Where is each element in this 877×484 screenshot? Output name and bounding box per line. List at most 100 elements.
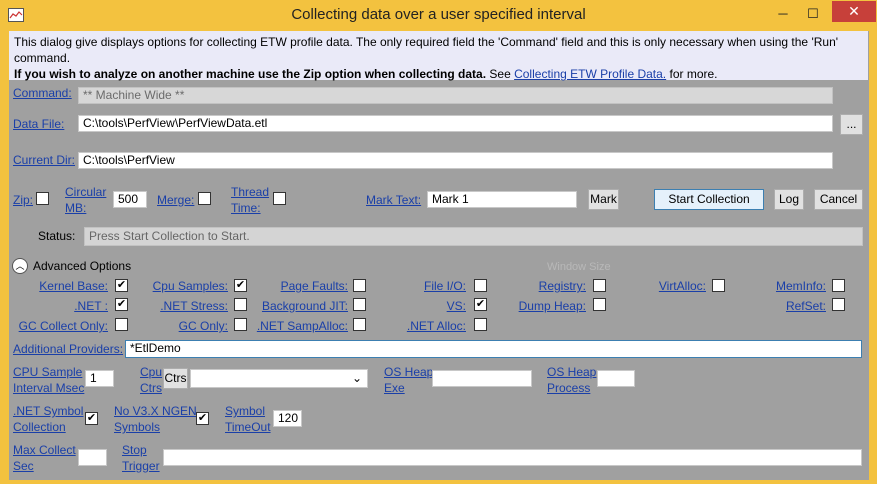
- stop-trigger-label-line1[interactable]: Stop: [122, 443, 147, 458]
- net-symbol-collection-checkbox[interactable]: ✔: [85, 412, 98, 425]
- os-heap-exe-label-line1[interactable]: OS Heap: [384, 365, 433, 380]
- refset-label[interactable]: RefSet:: [728, 299, 826, 314]
- minimize-button[interactable]: ─: [770, 4, 796, 24]
- net-sampalloc-checkbox[interactable]: [353, 318, 366, 331]
- maximize-button[interactable]: ☐: [800, 4, 826, 24]
- cpu-sample-label-line2[interactable]: Interval Msec: [13, 381, 84, 396]
- virtalloc-label[interactable]: VirtAlloc:: [608, 279, 706, 294]
- circular-mb-input[interactable]: 500: [113, 191, 147, 208]
- no-v3x-ngen-label-line2[interactable]: Symbols: [114, 420, 160, 435]
- close-button[interactable]: ✕: [832, 1, 876, 22]
- symbol-timeout-label-line1[interactable]: Symbol: [225, 404, 265, 419]
- net-label[interactable]: .NET :: [10, 299, 108, 314]
- gc-collect-only-checkbox[interactable]: [115, 318, 128, 331]
- merge-checkbox[interactable]: [198, 192, 211, 205]
- zip-label[interactable]: Zip:: [13, 193, 33, 208]
- stop-trigger-input[interactable]: [163, 449, 862, 466]
- meminfo-checkbox[interactable]: [832, 279, 845, 292]
- status-field: Press Start Collection to Start.: [84, 227, 863, 246]
- kernel-base-label[interactable]: Kernel Base:: [10, 279, 108, 294]
- symbol-timeout-input[interactable]: 120: [273, 410, 302, 427]
- cpu-samples-label[interactable]: Cpu Samples:: [130, 279, 228, 294]
- net-symbol-label-line1[interactable]: .NET Symbol: [13, 404, 83, 419]
- file-io-checkbox[interactable]: [474, 279, 487, 292]
- info-see-text: See: [486, 67, 515, 81]
- net-sampalloc-label[interactable]: .NET SampAlloc:: [250, 319, 348, 334]
- symbol-timeout-label-line2[interactable]: TimeOut: [225, 420, 271, 435]
- os-heap-process-input[interactable]: [597, 370, 635, 387]
- net-alloc-checkbox[interactable]: [474, 318, 487, 331]
- kernel-base-checkbox[interactable]: ✔: [115, 279, 128, 292]
- current-dir-field[interactable]: C:\tools\PerfView: [78, 152, 833, 169]
- refset-checkbox[interactable]: [832, 298, 845, 311]
- dump-heap-label[interactable]: Dump Heap:: [488, 299, 586, 314]
- meminfo-label[interactable]: MemInfo:: [728, 279, 826, 294]
- background-jit-checkbox[interactable]: [353, 298, 366, 311]
- current-dir-label[interactable]: Current Dir:: [13, 153, 75, 168]
- zip-checkbox[interactable]: [36, 192, 49, 205]
- page-faults-label[interactable]: Page Faults:: [250, 279, 348, 294]
- dump-heap-checkbox[interactable]: [593, 298, 606, 311]
- info-line-2: command.: [14, 51, 71, 65]
- log-button[interactable]: Log: [774, 189, 804, 210]
- collecting-etw-link[interactable]: Collecting ETW Profile Data.: [514, 67, 666, 81]
- max-collect-label-line1[interactable]: Max Collect: [13, 443, 76, 458]
- background-jit-label[interactable]: Background JIT:: [250, 299, 348, 314]
- advanced-options-label[interactable]: Advanced Options: [33, 259, 131, 274]
- stop-trigger-label-line2[interactable]: Trigger: [122, 459, 160, 474]
- mark-text-label[interactable]: Mark Text:: [366, 193, 421, 208]
- net-stress-checkbox[interactable]: [234, 298, 247, 311]
- thread-time-checkbox[interactable]: [273, 192, 286, 205]
- cpu-sample-interval-input[interactable]: 1: [85, 370, 114, 387]
- command-field[interactable]: ** Machine Wide **: [78, 87, 833, 104]
- additional-providers-input[interactable]: *EtlDemo: [125, 340, 862, 358]
- cpu-ctrs-label-line1[interactable]: Cpu: [140, 365, 162, 380]
- no-v3x-ngen-checkbox[interactable]: ✔: [196, 412, 209, 425]
- gc-only-label[interactable]: GC Only:: [130, 319, 228, 334]
- cpu-ctrs-label-line2[interactable]: Ctrs: [140, 381, 162, 396]
- start-collection-button[interactable]: Start Collection: [654, 189, 764, 210]
- file-io-label[interactable]: File I/O:: [368, 279, 466, 294]
- max-collect-label-line2[interactable]: Sec: [13, 459, 34, 474]
- info-line-3: If you wish to analyze on another machin…: [14, 66, 863, 82]
- gc-only-checkbox[interactable]: [234, 318, 247, 331]
- circular-label-line2[interactable]: MB:: [65, 201, 86, 216]
- os-heap-exe-label-line2[interactable]: Exe: [384, 381, 405, 396]
- info-bold-text: If you wish to analyze on another machin…: [14, 67, 487, 81]
- data-file-field[interactable]: C:\tools\PerfView\PerfViewData.etl: [78, 115, 833, 132]
- net-alloc-label[interactable]: .NET Alloc:: [368, 319, 466, 334]
- ctrs-button[interactable]: Ctrs: [163, 368, 188, 389]
- cpu-sample-label-line1[interactable]: CPU Sample: [13, 365, 82, 380]
- thread-time-label-line1[interactable]: Thread: [231, 185, 269, 200]
- mark-button[interactable]: Mark: [588, 189, 619, 210]
- browse-button[interactable]: ...: [840, 114, 863, 135]
- info-more-text: for more.: [666, 67, 718, 81]
- cpu-samples-checkbox[interactable]: ✔: [234, 279, 247, 292]
- registry-checkbox[interactable]: [593, 279, 606, 292]
- registry-label[interactable]: Registry:: [488, 279, 586, 294]
- collapse-advanced-icon[interactable]: ︿: [12, 258, 28, 274]
- circular-label-line1[interactable]: Circular: [65, 185, 106, 200]
- vs-checkbox[interactable]: ✔: [474, 298, 487, 311]
- virtalloc-checkbox[interactable]: [712, 279, 725, 292]
- cancel-button[interactable]: Cancel: [814, 189, 863, 210]
- thread-time-label-line2[interactable]: Time:: [231, 201, 261, 216]
- net-stress-label[interactable]: .NET Stress:: [130, 299, 228, 314]
- max-collect-sec-input[interactable]: [78, 449, 107, 466]
- mark-text-input[interactable]: Mark 1: [427, 191, 577, 208]
- os-heap-process-label-line2[interactable]: Process: [547, 381, 590, 396]
- vs-label[interactable]: VS:: [368, 299, 466, 314]
- os-heap-process-label-line1[interactable]: OS Heap: [547, 365, 596, 380]
- merge-label[interactable]: Merge:: [157, 193, 194, 208]
- window-title: Collecting data over a user specified in…: [291, 6, 586, 23]
- cpu-ctrs-dropdown[interactable]: ⌄: [190, 369, 368, 388]
- additional-providers-label[interactable]: Additional Providers:: [13, 342, 123, 357]
- net-checkbox[interactable]: ✔: [115, 298, 128, 311]
- no-v3x-ngen-label-line1[interactable]: No V3.X NGEN: [114, 404, 197, 419]
- data-file-label[interactable]: Data File:: [13, 117, 64, 132]
- gc-collect-only-label[interactable]: GC Collect Only:: [10, 319, 108, 334]
- page-faults-checkbox[interactable]: [353, 279, 366, 292]
- os-heap-exe-input[interactable]: [432, 370, 532, 387]
- net-symbol-label-line2[interactable]: Collection: [13, 420, 66, 435]
- command-label[interactable]: Command:: [13, 86, 72, 101]
